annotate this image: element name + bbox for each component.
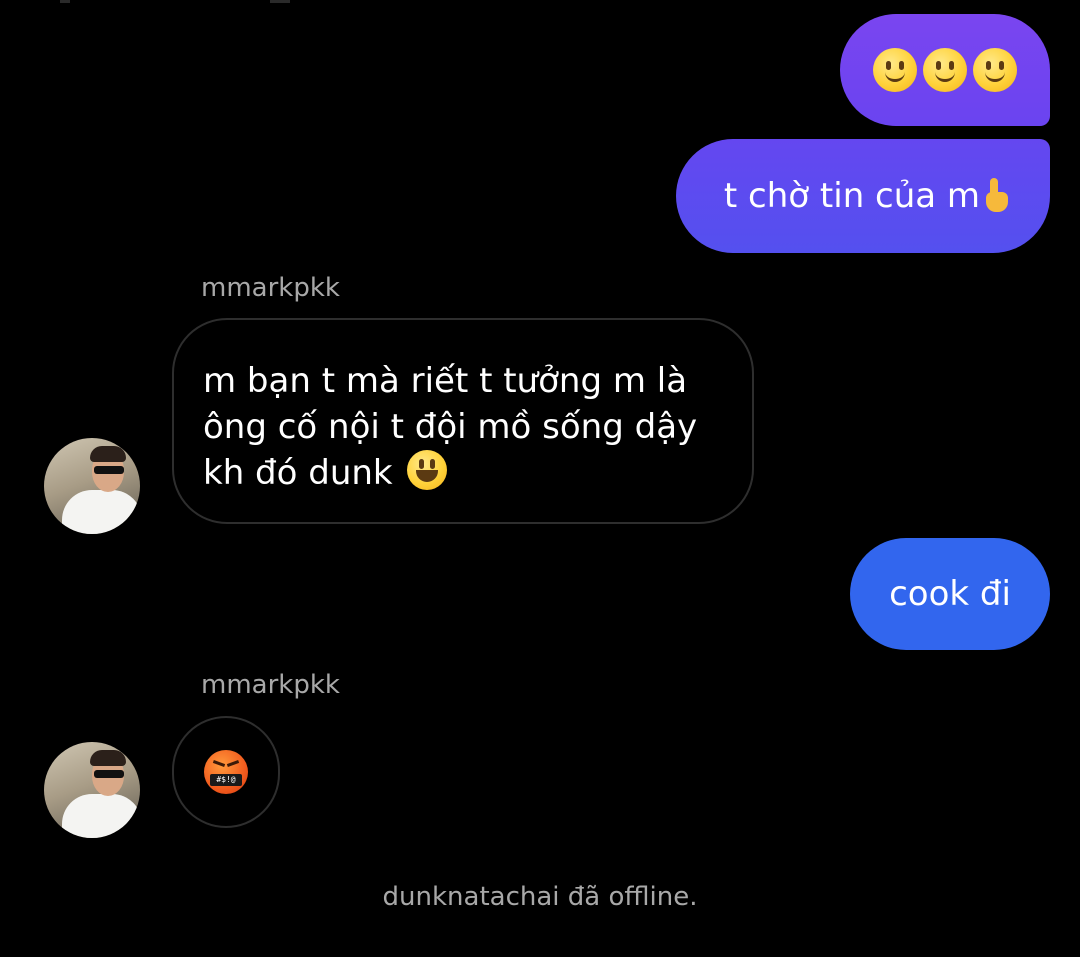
message-line-text: kh đó dunk <box>203 453 393 493</box>
message-line: m bạn t mà riết t tưởng m là <box>203 361 688 401</box>
incoming-message-bubble[interactable]: m bạn t mà riết t tưởng m là ông cố nội … <box>172 318 754 524</box>
outgoing-message-bubble[interactable]: t chờ tin của m <box>676 139 1050 253</box>
symbols-bar: #$!@ <box>210 774 242 786</box>
chat-thread: t chờ tin của m mmarkpkk m bạn t mà riết… <box>0 0 1080 957</box>
emoji-row <box>873 48 1017 92</box>
face-with-symbols-on-mouth-icon: #$!@ <box>204 750 248 794</box>
sender-name: mmarkpkk <box>201 273 340 303</box>
offline-status-text: dunknatachai đã offline. <box>382 882 698 912</box>
grinning-face-icon <box>407 450 448 490</box>
message-line-last: kh đó dunk <box>203 450 722 496</box>
slightly-smiling-face-icon <box>923 48 967 92</box>
slightly-smiling-face-icon <box>973 48 1017 92</box>
slightly-smiling-face-icon <box>873 48 917 92</box>
outgoing-message-bubble[interactable] <box>840 14 1050 126</box>
top-edge-fragment <box>270 0 290 3</box>
avatar-shirt <box>62 794 140 838</box>
avatar-hair <box>90 446 126 462</box>
sender-name: mmarkpkk <box>201 670 340 700</box>
top-edge-fragment <box>60 0 70 3</box>
avatar-shirt <box>62 490 140 534</box>
avatar[interactable] <box>44 742 140 838</box>
avatar-sunglasses <box>94 466 124 474</box>
avatar-sunglasses <box>94 770 124 778</box>
message-text: t chờ tin của m <box>723 176 981 216</box>
message-text: cook đi <box>889 574 1011 614</box>
pointing-up-hand-icon <box>986 178 1009 214</box>
avatar[interactable] <box>44 438 140 534</box>
avatar-hair <box>90 750 126 766</box>
message-line: ông cố nội t đội mồ sống dậy <box>203 407 698 447</box>
incoming-message-bubble[interactable]: #$!@ <box>172 716 280 828</box>
outgoing-message-bubble[interactable]: cook đi <box>850 538 1050 650</box>
